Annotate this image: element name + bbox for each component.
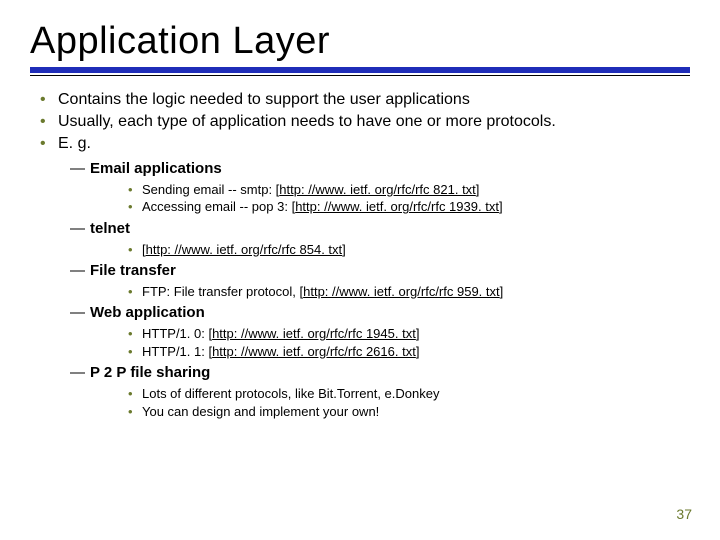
section-title: Web application (90, 304, 205, 321)
list-item: Accessing email -- pop 3: [http: //www. … (128, 198, 690, 216)
rfc-link[interactable]: http: //www. ietf. org/rfc/rfc 2616. txt (212, 344, 416, 359)
item-prefix: HTTP/1. 0: [ (142, 326, 212, 341)
item-suffix: ] (342, 242, 346, 257)
section-heading: telnet [http: //www. ietf. org/rfc/rfc 8… (70, 220, 690, 258)
section-heading: File transfer FTP: File transfer protoco… (70, 262, 690, 300)
list-item: HTTP/1. 1: [http: //www. ietf. org/rfc/r… (128, 343, 690, 361)
list-item: Lots of different protocols, like Bit.To… (128, 385, 690, 403)
body-list: Contains the logic needed to support the… (30, 90, 690, 420)
section-title: P 2 P file sharing (90, 364, 210, 381)
section-heading: Email applications Sending email -- smtp… (70, 160, 690, 216)
bullet-item: Usually, each type of application needs … (58, 112, 690, 132)
title-rule-thin (30, 75, 690, 76)
item-text: You can design and implement your own! (142, 404, 379, 419)
section-items: FTP: File transfer protocol, [http: //ww… (128, 283, 690, 301)
item-prefix: FTP: File transfer protocol, [ (142, 284, 303, 299)
item-prefix: Sending email -- smtp: [ (142, 182, 279, 197)
rfc-link[interactable]: http: //www. ietf. org/rfc/rfc 959. txt (303, 284, 500, 299)
rfc-link[interactable]: http: //www. ietf. org/rfc/rfc 821. txt (279, 182, 476, 197)
item-suffix: ] (416, 344, 420, 359)
list-item: HTTP/1. 0: [http: //www. ietf. org/rfc/r… (128, 325, 690, 343)
item-text: Lots of different protocols, like Bit.To… (142, 386, 439, 401)
section-items: HTTP/1. 0: [http: //www. ietf. org/rfc/r… (128, 325, 690, 360)
slide-title: Application Layer (30, 20, 690, 63)
section-title: Email applications (90, 160, 222, 177)
list-item: Sending email -- smtp: [http: //www. iet… (128, 181, 690, 199)
example-list: Email applications Sending email -- smtp… (70, 160, 690, 420)
list-item: You can design and implement your own! (128, 403, 690, 421)
rfc-link[interactable]: http: //www. ietf. org/rfc/rfc 854. txt (146, 242, 343, 257)
section-heading: Web application HTTP/1. 0: [http: //www.… (70, 304, 690, 360)
page-number: 37 (676, 506, 692, 522)
item-prefix: Accessing email -- pop 3: [ (142, 199, 295, 214)
section-heading: P 2 P file sharing Lots of different pro… (70, 364, 690, 420)
rfc-link[interactable]: http: //www. ietf. org/rfc/rfc 1945. txt (212, 326, 416, 341)
item-prefix: HTTP/1. 1: [ (142, 344, 212, 359)
section-items: Lots of different protocols, like Bit.To… (128, 385, 690, 420)
section-title: telnet (90, 220, 130, 237)
item-suffix: ] (416, 326, 420, 341)
section-items: Sending email -- smtp: [http: //www. iet… (128, 181, 690, 216)
bullet-text: E. g. (58, 135, 91, 152)
section-items: [http: //www. ietf. org/rfc/rfc 854. txt… (128, 241, 690, 259)
title-rule-thick (30, 67, 690, 73)
list-item: [http: //www. ietf. org/rfc/rfc 854. txt… (128, 241, 690, 259)
list-item: FTP: File transfer protocol, [http: //ww… (128, 283, 690, 301)
bullet-item: Contains the logic needed to support the… (58, 90, 690, 110)
rfc-link[interactable]: http: //www. ietf. org/rfc/rfc 1939. txt (295, 199, 499, 214)
item-suffix: ] (476, 182, 480, 197)
slide: Application Layer Contains the logic nee… (0, 0, 720, 540)
item-suffix: ] (499, 199, 503, 214)
bullet-item: E. g. Email applications Sending email -… (58, 134, 690, 420)
item-suffix: ] (500, 284, 504, 299)
section-title: File transfer (90, 262, 176, 279)
